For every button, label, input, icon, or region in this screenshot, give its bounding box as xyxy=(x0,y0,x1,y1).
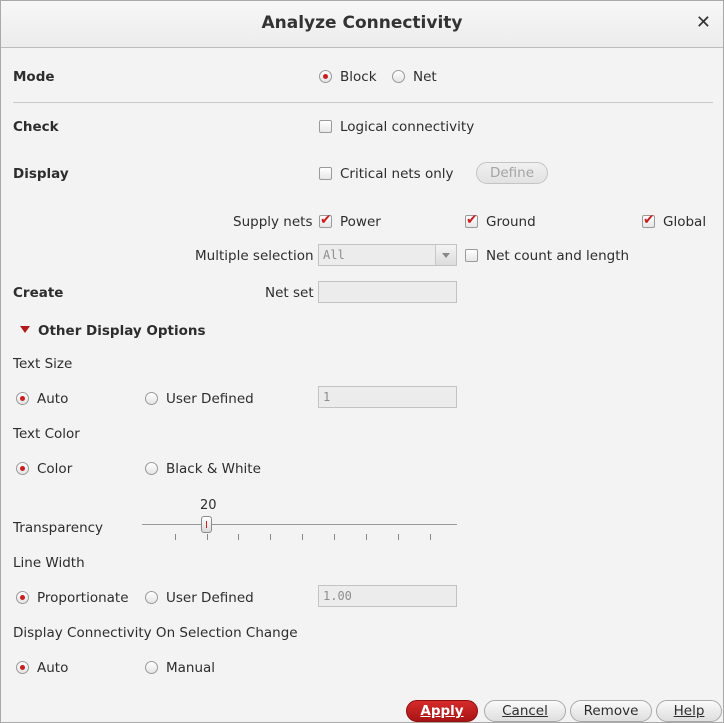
create-label: Create xyxy=(13,285,64,301)
line-width-user-defined-radio[interactable] xyxy=(145,591,158,604)
net-set-label: Net set xyxy=(265,285,314,301)
multiple-selection-label: Multiple selection xyxy=(195,248,314,264)
text-size-input[interactable]: 1 xyxy=(318,386,457,408)
triangle-down-icon[interactable] xyxy=(20,326,30,333)
supply-nets-label: Supply nets xyxy=(233,214,313,230)
slider-tick xyxy=(398,534,399,540)
slider-tick xyxy=(207,534,208,540)
mode-label: Mode xyxy=(13,69,55,85)
text-size-auto-radio[interactable] xyxy=(16,392,29,405)
transparency-slider-thumb[interactable] xyxy=(201,516,212,533)
transparency-slider-track[interactable] xyxy=(142,524,457,525)
line-width-user-defined-label: User Defined xyxy=(166,590,254,606)
help-button[interactable]: Help xyxy=(656,700,722,722)
power-label: Power xyxy=(340,214,381,230)
power-checkbox[interactable] xyxy=(319,212,332,228)
net-count-length-label: Net count and length xyxy=(486,248,630,264)
define-button[interactable]: Define xyxy=(476,162,548,184)
cancel-button[interactable]: Cancel xyxy=(484,700,566,722)
text-color-bw-radio[interactable] xyxy=(145,462,158,475)
critical-nets-only-checkbox[interactable] xyxy=(319,167,332,180)
logical-connectivity-checkbox[interactable] xyxy=(319,120,332,133)
selection-change-manual-radio[interactable] xyxy=(145,661,158,674)
remove-button[interactable]: Remove xyxy=(570,700,652,722)
multiple-selection-combo[interactable]: All xyxy=(318,244,457,266)
text-color-color-radio[interactable] xyxy=(16,462,29,475)
selection-change-auto-label: Auto xyxy=(37,660,69,676)
text-color-label: Text Color xyxy=(13,426,80,442)
title-bar: Analyze Connectivity ✕ xyxy=(1,1,723,48)
dialog-title: Analyze Connectivity xyxy=(261,13,463,33)
line-width-proportionate-label: Proportionate xyxy=(37,590,129,606)
slider-tick xyxy=(238,534,239,540)
help-button-label: Help xyxy=(673,703,705,719)
close-icon[interactable]: ✕ xyxy=(696,12,711,33)
text-size-user-defined-radio[interactable] xyxy=(145,392,158,405)
display-label: Display xyxy=(13,166,69,182)
slider-tick xyxy=(270,534,271,540)
text-color-bw-label: Black & White xyxy=(166,461,261,477)
transparency-value: 20 xyxy=(200,498,217,513)
line-width-input[interactable]: 1.00 xyxy=(318,585,457,607)
slider-tick xyxy=(302,534,303,540)
selection-change-manual-label: Manual xyxy=(166,660,216,676)
ground-label: Ground xyxy=(486,214,536,230)
apply-button[interactable]: Apply xyxy=(406,700,478,722)
slider-tick xyxy=(334,534,335,540)
transparency-label: Transparency xyxy=(13,520,104,536)
other-display-options-header[interactable]: Other Display Options xyxy=(38,323,206,339)
mode-net-label: Net xyxy=(413,69,437,85)
chevron-down-icon[interactable] xyxy=(435,245,456,265)
text-color-color-label: Color xyxy=(37,461,73,477)
ground-checkbox[interactable] xyxy=(465,212,478,228)
text-size-label: Text Size xyxy=(13,356,73,372)
apply-button-label: Apply xyxy=(420,703,464,719)
text-size-auto-label: Auto xyxy=(37,391,69,407)
text-size-user-defined-label: User Defined xyxy=(166,391,254,407)
selection-change-auto-radio[interactable] xyxy=(16,661,29,674)
slider-tick xyxy=(175,534,176,540)
multiple-selection-value: All xyxy=(323,248,345,262)
line-width-proportionate-radio[interactable] xyxy=(16,591,29,604)
analyze-connectivity-dialog: Analyze Connectivity ✕ Mode Block Net Ch… xyxy=(0,0,724,723)
global-checkbox[interactable] xyxy=(642,212,655,228)
logical-connectivity-label: Logical connectivity xyxy=(340,119,475,135)
mode-block-radio[interactable] xyxy=(319,70,332,83)
slider-tick xyxy=(430,534,431,540)
check-label: Check xyxy=(13,119,59,135)
net-set-input[interactable] xyxy=(318,281,457,303)
critical-nets-only-label: Critical nets only xyxy=(340,166,454,182)
separator xyxy=(13,102,713,103)
net-count-length-checkbox[interactable] xyxy=(465,249,478,262)
slider-tick xyxy=(366,534,367,540)
cancel-button-label: Cancel xyxy=(502,703,548,719)
mode-block-label: Block xyxy=(340,69,377,85)
mode-net-radio[interactable] xyxy=(392,70,405,83)
global-label: Global xyxy=(663,214,707,230)
line-width-label: Line Width xyxy=(13,555,85,571)
selection-change-label: Display Connectivity On Selection Change xyxy=(13,625,298,641)
